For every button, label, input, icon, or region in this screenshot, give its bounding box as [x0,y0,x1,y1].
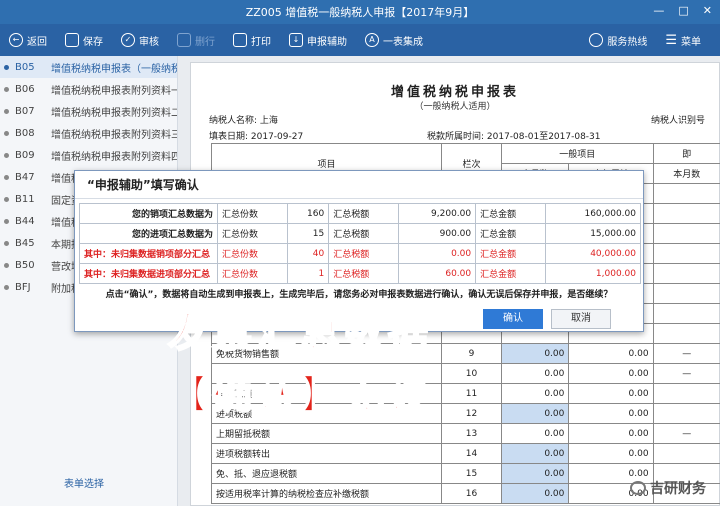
bullet-icon [4,65,9,70]
window-title: ZZ005 增值税一般纳税人申报【2017年9月】 [246,4,475,20]
table-header-row: 项目 栏次 一般项目 即 [212,144,720,164]
table-row: 您的进项汇总数据为 汇总份数 15 汇总税额 900.00 汇总金额 15,00… [80,224,641,244]
check-button[interactable]: ✓审核 [112,24,168,56]
summary-table: 您的销项汇总数据为 汇总份数 160 汇总税额 9,200.00 汇总金额 16… [79,203,641,284]
integrate-icon: A [365,33,379,47]
wechat-icon [630,481,646,495]
bullet-icon [4,109,9,114]
save-button[interactable]: 保存 [56,24,112,56]
bullet-icon [4,87,9,92]
bullet-icon [4,219,9,224]
watermark-text: 吉研财务 [650,478,706,498]
window-controls: — □ ✕ [653,4,712,17]
month-cell[interactable]: 0.00 [502,464,569,484]
month-cell[interactable]: 0.00 [502,484,569,504]
form-select-link[interactable]: 表单选择 [64,475,104,490]
back-icon: ← [9,33,23,47]
year-cell: 0.00 [569,344,653,364]
fill-date: 填表日期: 2017-09-27 [209,129,303,142]
row-item: 按适用税率计算的纳税检查应补缴税额 [212,484,442,504]
minimize-icon[interactable]: — [653,4,664,17]
maximize-icon[interactable]: □ [678,4,688,17]
taxpayer-id-label: 纳税人识别号 [651,113,705,126]
hotline-button[interactable]: 服务热线 [580,24,656,56]
bullet-icon [4,153,9,158]
header-month2: 本月数 [653,164,720,184]
table-row: 上期留抵税额130.000.00— [212,424,720,444]
month-cell[interactable]: 0.00 [502,444,569,464]
save-icon [65,33,79,47]
sidebar-item-b09[interactable]: B09增值税纳税申报表附列资料四 [0,144,177,166]
back-button[interactable]: ←返回 [0,24,56,56]
bullet-icon [4,285,9,290]
print-icon [233,33,247,47]
year-cell: 0.00 [569,444,653,464]
bullet-icon [4,175,9,180]
row-no: 16 [442,484,502,504]
row-item: 上期留抵税额 [212,424,442,444]
form-title: 增值税纳税申报表 [191,81,719,100]
row-item: 进项税额转出 [212,444,442,464]
cancel-button[interactable]: 取消 [551,309,611,329]
integrate-button[interactable]: A一表集成 [356,24,432,56]
sidebar-item-b06[interactable]: B06增值税纳税申报表附列资料一 [0,78,177,100]
bullet-icon [4,263,9,268]
month-cell: 0.00 [502,384,569,404]
row-no: 15 [442,464,502,484]
watermark: 吉研财务 [630,478,706,498]
taxpayer-name: 纳税人名称: 上海 [209,113,278,126]
table-row: 您的销项汇总数据为 汇总份数 160 汇总税额 9,200.00 汇总金额 16… [80,204,641,224]
table-row: 进项税额转出140.000.00 [212,444,720,464]
toolbar: ←返回 保存 ✓审核 删行 打印 ↓申报辅助 A一表集成 服务热线 ☰菜单 [0,24,720,56]
toolbar-right: 服务热线 ☰菜单 [580,24,710,56]
month-cell[interactable]: 0.00 [502,404,569,424]
year-cell: 0.00 [569,404,653,424]
sidebar-item-b07[interactable]: B07增值税纳税申报表附列资料二 [0,100,177,122]
year-cell: 0.00 [569,384,653,404]
month-cell[interactable]: 0.00 [502,344,569,364]
print-button[interactable]: 打印 [224,24,280,56]
dialog-title: “申报辅助”填写确认 [75,171,643,199]
sidebar-item-b08[interactable]: B08增值税纳税申报表附列资料三 [0,122,177,144]
header-immediate: 即 [653,144,720,164]
row-item: 免、抵、退应退税额 [212,464,442,484]
assist-button[interactable]: ↓申报辅助 [280,24,356,56]
table-row: 其中：未归集数据进项部分汇总 汇总份数 1 汇总税额 60.00 汇总金额 1,… [80,264,641,284]
table-row: 其中：未归集数据销项部分汇总 汇总份数 40 汇总税额 0.00 汇总金额 40… [80,244,641,264]
form-subtitle: （一般纳税人适用） [191,99,719,112]
window-titlebar: ZZ005 增值税一般纳税人申报【2017年9月】 — □ ✕ [0,0,720,24]
overlay-caption-2: 【确认】无误 [100,362,500,420]
headset-icon [589,33,603,47]
bullet-icon [4,241,9,246]
year-cell: 0.00 [569,424,653,444]
close-icon[interactable]: ✕ [703,4,712,17]
check-icon: ✓ [121,33,135,47]
assist-icon: ↓ [289,33,303,47]
menu-icon: ☰ [665,33,677,48]
dialog-message: 点击“确认”，数据将自动生成到申报表上，生成完毕后，请您务必对申报表数据进行确认… [75,287,643,300]
row-no: 13 [442,424,502,444]
header-general: 一般项目 [502,144,654,164]
delete-row-icon [177,33,191,47]
overlay-caption-1: 发票汇总数据 [100,300,500,358]
delete-row-button[interactable]: 删行 [168,24,224,56]
sidebar-item-b05[interactable]: B05增值税纳税申报表（一般纳税 [0,56,177,78]
row-no: 14 [442,444,502,464]
month-cell: 0.00 [502,424,569,444]
bullet-icon [4,131,9,136]
menu-button[interactable]: ☰菜单 [656,24,710,56]
tax-period: 税款所属时间: 2017-08-01至2017-08-31 [427,129,601,142]
bullet-icon [4,197,9,202]
